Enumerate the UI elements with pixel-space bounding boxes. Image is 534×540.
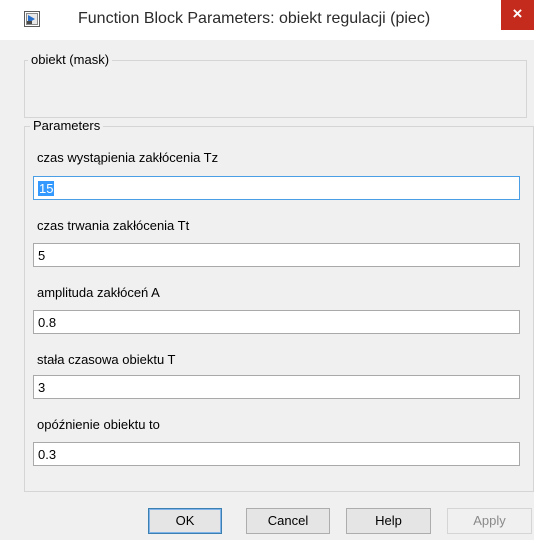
param-input-t[interactable]: 3 [33, 375, 520, 399]
simulink-block-icon [24, 11, 40, 27]
param-input-to[interactable]: 0.3 [33, 442, 520, 466]
param-label-tt: czas trwania zakłócenia Tt [37, 218, 190, 233]
param-value-tt: 5 [38, 248, 46, 263]
param-input-a[interactable]: 0.8 [33, 310, 520, 334]
cancel-button[interactable]: Cancel [246, 508, 330, 534]
param-label-t: stała czasowa obiektu T [37, 352, 176, 367]
param-input-tz[interactable]: 15 [33, 176, 520, 200]
param-label-tz: czas wystąpienia zakłócenia Tz [37, 150, 219, 165]
mask-group [24, 60, 527, 118]
param-value-tz: 15 [38, 181, 55, 196]
close-button[interactable]: × [501, 0, 534, 30]
param-input-tt[interactable]: 5 [33, 243, 520, 267]
param-value-t: 3 [38, 380, 46, 395]
parameters-legend: Parameters [30, 118, 104, 134]
param-value-to: 0.3 [38, 447, 57, 462]
mask-legend: obiekt (mask) [28, 52, 113, 68]
window-title: Function Block Parameters: obiekt regula… [78, 10, 431, 27]
param-label-to: opóźnienie obiektu to [37, 417, 160, 432]
close-icon: × [512, 4, 523, 23]
dialog-window: Function Block Parameters: obiekt regula… [0, 0, 534, 540]
title-bar[interactable]: Function Block Parameters: obiekt regula… [0, 0, 534, 40]
param-value-a: 0.8 [38, 315, 57, 330]
param-label-a: amplituda zakłóceń A [37, 285, 160, 300]
help-button[interactable]: Help [346, 508, 431, 534]
apply-button[interactable]: Apply [447, 508, 532, 534]
ok-button[interactable]: OK [148, 508, 222, 534]
